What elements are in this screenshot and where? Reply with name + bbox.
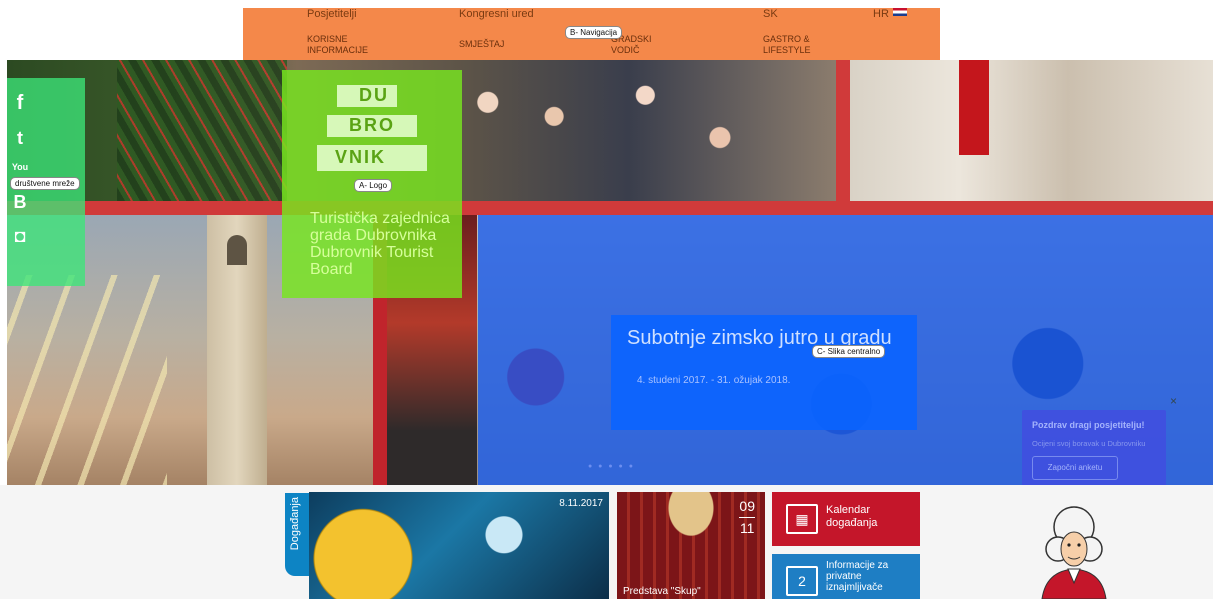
event-day: 09 [739,498,755,514]
calendar-icon: ▦ [786,504,818,534]
logo-annotation: A- Logo [354,179,393,192]
social-annotation: društvene mreže [10,177,80,190]
popup-subtitle: Ocijeni svoj boravak u Dubrovniku [1032,439,1146,448]
event-dates: 4. studeni 2017. - 31. ožujak 2018. [637,375,791,386]
event-month: 11 [739,520,755,536]
instagram-icon[interactable]: ◘ [10,226,30,247]
logo-line-3: VNIK [335,147,387,167]
event-caption: Predstava "Skup" [623,586,701,597]
nav-accommodation[interactable]: SMJEŠTAJ [459,39,504,50]
rental-tile-label: Informacije za privatne iznajmljivače [826,560,889,593]
events-tab-label: Događanja [289,497,301,551]
divider [7,201,1213,215]
twitter-icon[interactable]: t [10,128,30,149]
facebook-icon[interactable]: f [10,92,30,115]
nav-link-congress-office[interactable]: Kongresni ured [459,8,534,20]
tower-window [227,235,247,265]
calendar-tile-label: Kalendar događanja [826,504,878,529]
language-switch[interactable]: HR [873,8,889,20]
logo-block[interactable]: DU BRO VNIK A- Logo Turistička zajednica… [282,70,462,298]
private-rental-tile[interactable]: 2 Informacije za privatne iznajmljivače [772,554,920,599]
nav-city-guide[interactable]: GRADSKI VODIČ [611,34,681,56]
nav-useful-info[interactable]: KORISNE INFORMACIJE [307,34,377,56]
info-document-icon: 2 [786,566,818,596]
navigation-annotation: B- Navigacija [565,26,623,39]
nav-gastro-lifestyle[interactable]: GASTRO & LIFESTYLE [763,34,843,56]
flags [7,275,167,485]
event-date: 8.11.2017 [559,498,603,509]
statue-scarf [959,60,989,155]
event-card-theatre[interactable]: 09 11 Predstava "Skup" [617,492,765,599]
calendar-tile[interactable]: ▦ Kalendar događanja [772,492,920,546]
popup-title: Pozdrav dragi posjetitelju! [1032,420,1145,430]
event-date-badge: 09 11 [739,498,755,537]
social-media-bar: f t You B ◘ društvene mreže [7,78,85,286]
christmas-tree-photo [117,60,287,201]
mascot-character[interactable] [1032,505,1116,599]
nav-link-visitors[interactable]: Posjetitelji [307,8,357,20]
divider [836,60,850,201]
event-card-waterpolo[interactable]: 8.11.2017 [309,492,609,599]
close-icon[interactable]: × [1170,394,1177,408]
slider-dots[interactable]: ● ● ● ● ● [588,463,635,470]
blogger-icon[interactable]: B [10,192,30,213]
statue-photo [850,60,1213,201]
featured-event[interactable]: Subotnje zimsko jutro u gradu 4. studeni… [611,315,917,430]
start-survey-button[interactable]: Započni anketu [1032,456,1118,480]
tourist-board-name: Turistička zajednica grada Dubrovnika Du… [310,210,450,278]
logo-line-2: BRO [349,115,395,135]
logo-line-1: DU [359,85,389,105]
top-navigation: Posjetitelji Kongresni ured SK HR KORISN… [243,8,940,60]
image-annotation: C- Slika centralno [812,345,886,358]
events-tab[interactable]: Događanja [285,493,309,576]
croatian-flag-icon[interactable] [893,8,907,16]
youtube-icon[interactable]: You [10,162,30,172]
survey-popup: × Pozdrav dragi posjetitelju! Ocijeni sv… [1022,394,1177,496]
dubrovnik-logo[interactable]: DU BRO VNIK [307,75,437,190]
search-input[interactable]: SK [763,8,778,20]
